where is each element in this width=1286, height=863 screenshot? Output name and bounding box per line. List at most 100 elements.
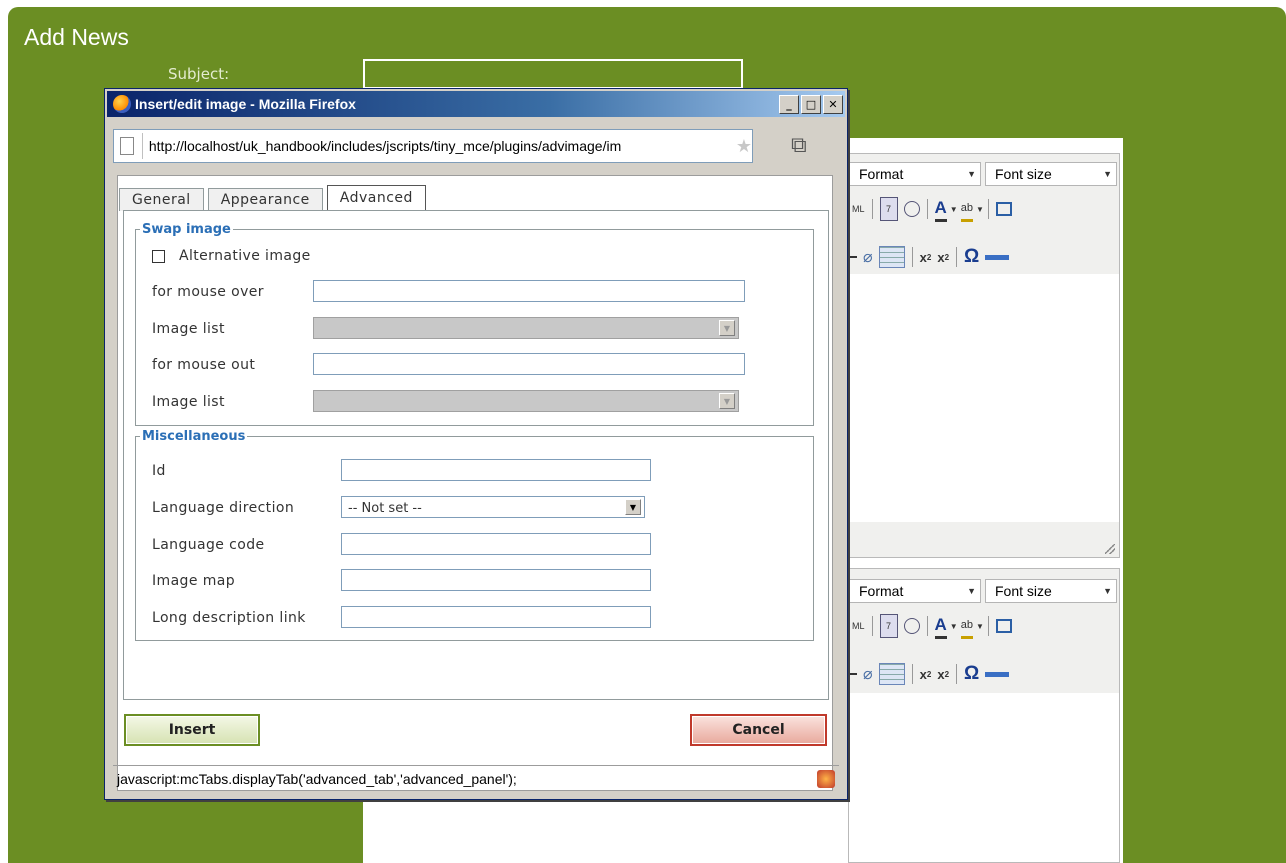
- subscript-icon[interactable]: x2: [920, 246, 932, 268]
- chevron-down-icon: ▼: [967, 586, 976, 596]
- toolbar-separator: [926, 199, 928, 219]
- tab-general[interactable]: General: [119, 188, 204, 211]
- chevron-down-icon: ▼: [719, 320, 735, 336]
- subject-label: Subject:: [168, 65, 230, 83]
- toolbar-separator: [911, 247, 913, 267]
- fullscreen-icon[interactable]: [995, 619, 1012, 633]
- superscript-icon[interactable]: x2: [937, 246, 949, 268]
- firebug-icon[interactable]: [817, 770, 835, 788]
- insert-date-icon[interactable]: 7: [879, 197, 898, 221]
- language-code-input[interactable]: [341, 533, 651, 555]
- image-map-input[interactable]: [341, 569, 651, 591]
- special-char-icon[interactable]: Ω: [964, 663, 979, 685]
- chevron-down-icon[interactable]: ▼: [950, 615, 958, 637]
- toolbar-row-2: ⌀ x2 x2 Ω: [849, 659, 1012, 689]
- highlight-color-icon[interactable]: ab: [960, 614, 973, 639]
- horizontal-line-icon[interactable]: [985, 254, 1010, 260]
- toolbar-separator: [871, 616, 873, 636]
- long-description-input[interactable]: [341, 606, 651, 628]
- font-color-icon[interactable]: A: [934, 614, 947, 639]
- editor-content[interactable]: [849, 274, 1119, 522]
- subject-input[interactable]: [363, 59, 743, 89]
- toolbar-separator: [987, 199, 989, 219]
- chevron-down-icon[interactable]: ▼: [976, 198, 984, 220]
- maximize-button[interactable]: □: [801, 94, 821, 114]
- chevron-down-icon: ▼: [1103, 169, 1112, 179]
- toolbar-separator: [987, 616, 989, 636]
- page-icon: [120, 137, 134, 155]
- image-list-select-2[interactable]: ▼: [313, 390, 739, 412]
- subscript-icon[interactable]: x2: [920, 663, 932, 685]
- horizontal-line-icon[interactable]: [985, 671, 1010, 677]
- font-color-icon[interactable]: A: [934, 197, 947, 222]
- chevron-down-icon[interactable]: ▼: [950, 198, 958, 220]
- url-bar[interactable]: http://localhost/uk_handbook/includes/js…: [113, 129, 753, 163]
- language-direction-select[interactable]: -- Not set -- ▼: [341, 496, 645, 518]
- alternative-image-checkbox[interactable]: [152, 249, 165, 263]
- eraser-icon[interactable]: ⌀: [863, 246, 873, 268]
- insert-button[interactable]: Insert: [124, 714, 260, 746]
- tab-appearance[interactable]: Appearance: [207, 188, 323, 211]
- format-select-label: Format: [859, 583, 904, 599]
- firefox-icon: [113, 95, 131, 113]
- mouse-out-input[interactable]: [313, 353, 745, 375]
- window-titlebar[interactable]: Insert/edit image - Mozilla Firefox _ □ …: [107, 91, 845, 117]
- special-char-icon[interactable]: Ω: [964, 246, 979, 268]
- toolbar-separator: [956, 247, 958, 267]
- insert-date-icon[interactable]: 7: [879, 614, 898, 638]
- miscellaneous-legend: Miscellaneous: [142, 429, 246, 444]
- format-select[interactable]: Format ▼: [849, 579, 981, 603]
- cancel-button[interactable]: Cancel: [690, 714, 827, 746]
- editor-content[interactable]: [849, 693, 1119, 862]
- html-icon[interactable]: ML: [852, 615, 865, 637]
- fontsize-select[interactable]: Font size ▼: [985, 162, 1117, 186]
- url-text[interactable]: http://localhost/uk_handbook/includes/js…: [149, 138, 734, 154]
- chevron-down-icon[interactable]: ▼: [976, 615, 984, 637]
- url-separator: [141, 133, 143, 159]
- close-button[interactable]: ✕: [823, 94, 843, 114]
- tab-advanced[interactable]: Advanced: [326, 185, 426, 211]
- mouse-over-label: for mouse over: [152, 284, 264, 300]
- restore-window-icon[interactable]: ⧉: [791, 133, 821, 159]
- language-direction-label: Language direction: [152, 500, 295, 516]
- horizontal-rule-icon[interactable]: [849, 673, 857, 675]
- insert-time-icon[interactable]: [903, 618, 920, 634]
- table-icon[interactable]: [878, 663, 905, 685]
- fontsize-select-label: Font size: [995, 583, 1052, 599]
- superscript-icon[interactable]: x2: [937, 663, 949, 685]
- status-text: javascript:mcTabs.displayTab('advanced_t…: [117, 770, 517, 787]
- horizontal-rule-icon[interactable]: [849, 256, 857, 258]
- chevron-down-icon: ▼: [719, 393, 735, 409]
- id-input[interactable]: [341, 459, 651, 481]
- resize-grip-icon[interactable]: [1105, 544, 1115, 554]
- swap-image-legend: Swap image: [142, 222, 231, 237]
- image-list-select-1[interactable]: ▼: [313, 317, 739, 339]
- image-map-label: Image map: [152, 573, 235, 589]
- page-title: Add News: [24, 24, 129, 50]
- fontsize-select[interactable]: Font size ▼: [985, 579, 1117, 603]
- insert-time-icon[interactable]: [903, 201, 920, 217]
- html-icon[interactable]: ML: [852, 198, 865, 220]
- mouse-over-input[interactable]: [313, 280, 745, 302]
- fullscreen-icon[interactable]: [995, 202, 1012, 216]
- fontsize-select-label: Font size: [995, 166, 1052, 182]
- toolbar-separator: [911, 664, 913, 684]
- insert-image-window: Insert/edit image - Mozilla Firefox _ □ …: [104, 88, 848, 800]
- toolbar-row-2: ⌀ x2 x2 Ω: [849, 242, 1012, 272]
- status-bar: javascript:mcTabs.displayTab('advanced_t…: [113, 765, 839, 791]
- toolbar-separator: [956, 664, 958, 684]
- minimize-button[interactable]: _: [779, 94, 799, 114]
- format-select-label: Format: [859, 166, 904, 182]
- toolbar-separator: [871, 199, 873, 219]
- language-code-label: Language code: [152, 537, 265, 553]
- rich-text-editor-2: Format ▼ Font size ▼ ML 7 A ▼ ab ▼ ⌀ x2 …: [848, 568, 1120, 863]
- table-icon[interactable]: [878, 246, 905, 268]
- eraser-icon[interactable]: ⌀: [863, 663, 873, 685]
- format-select[interactable]: Format ▼: [849, 162, 981, 186]
- toolbar-separator: [926, 616, 928, 636]
- star-icon[interactable]: ★: [736, 136, 752, 157]
- highlight-color-icon[interactable]: ab: [960, 197, 973, 222]
- mouse-out-label: for mouse out: [152, 357, 256, 373]
- chevron-down-icon: ▼: [967, 169, 976, 179]
- image-list-label: Image list: [152, 394, 225, 410]
